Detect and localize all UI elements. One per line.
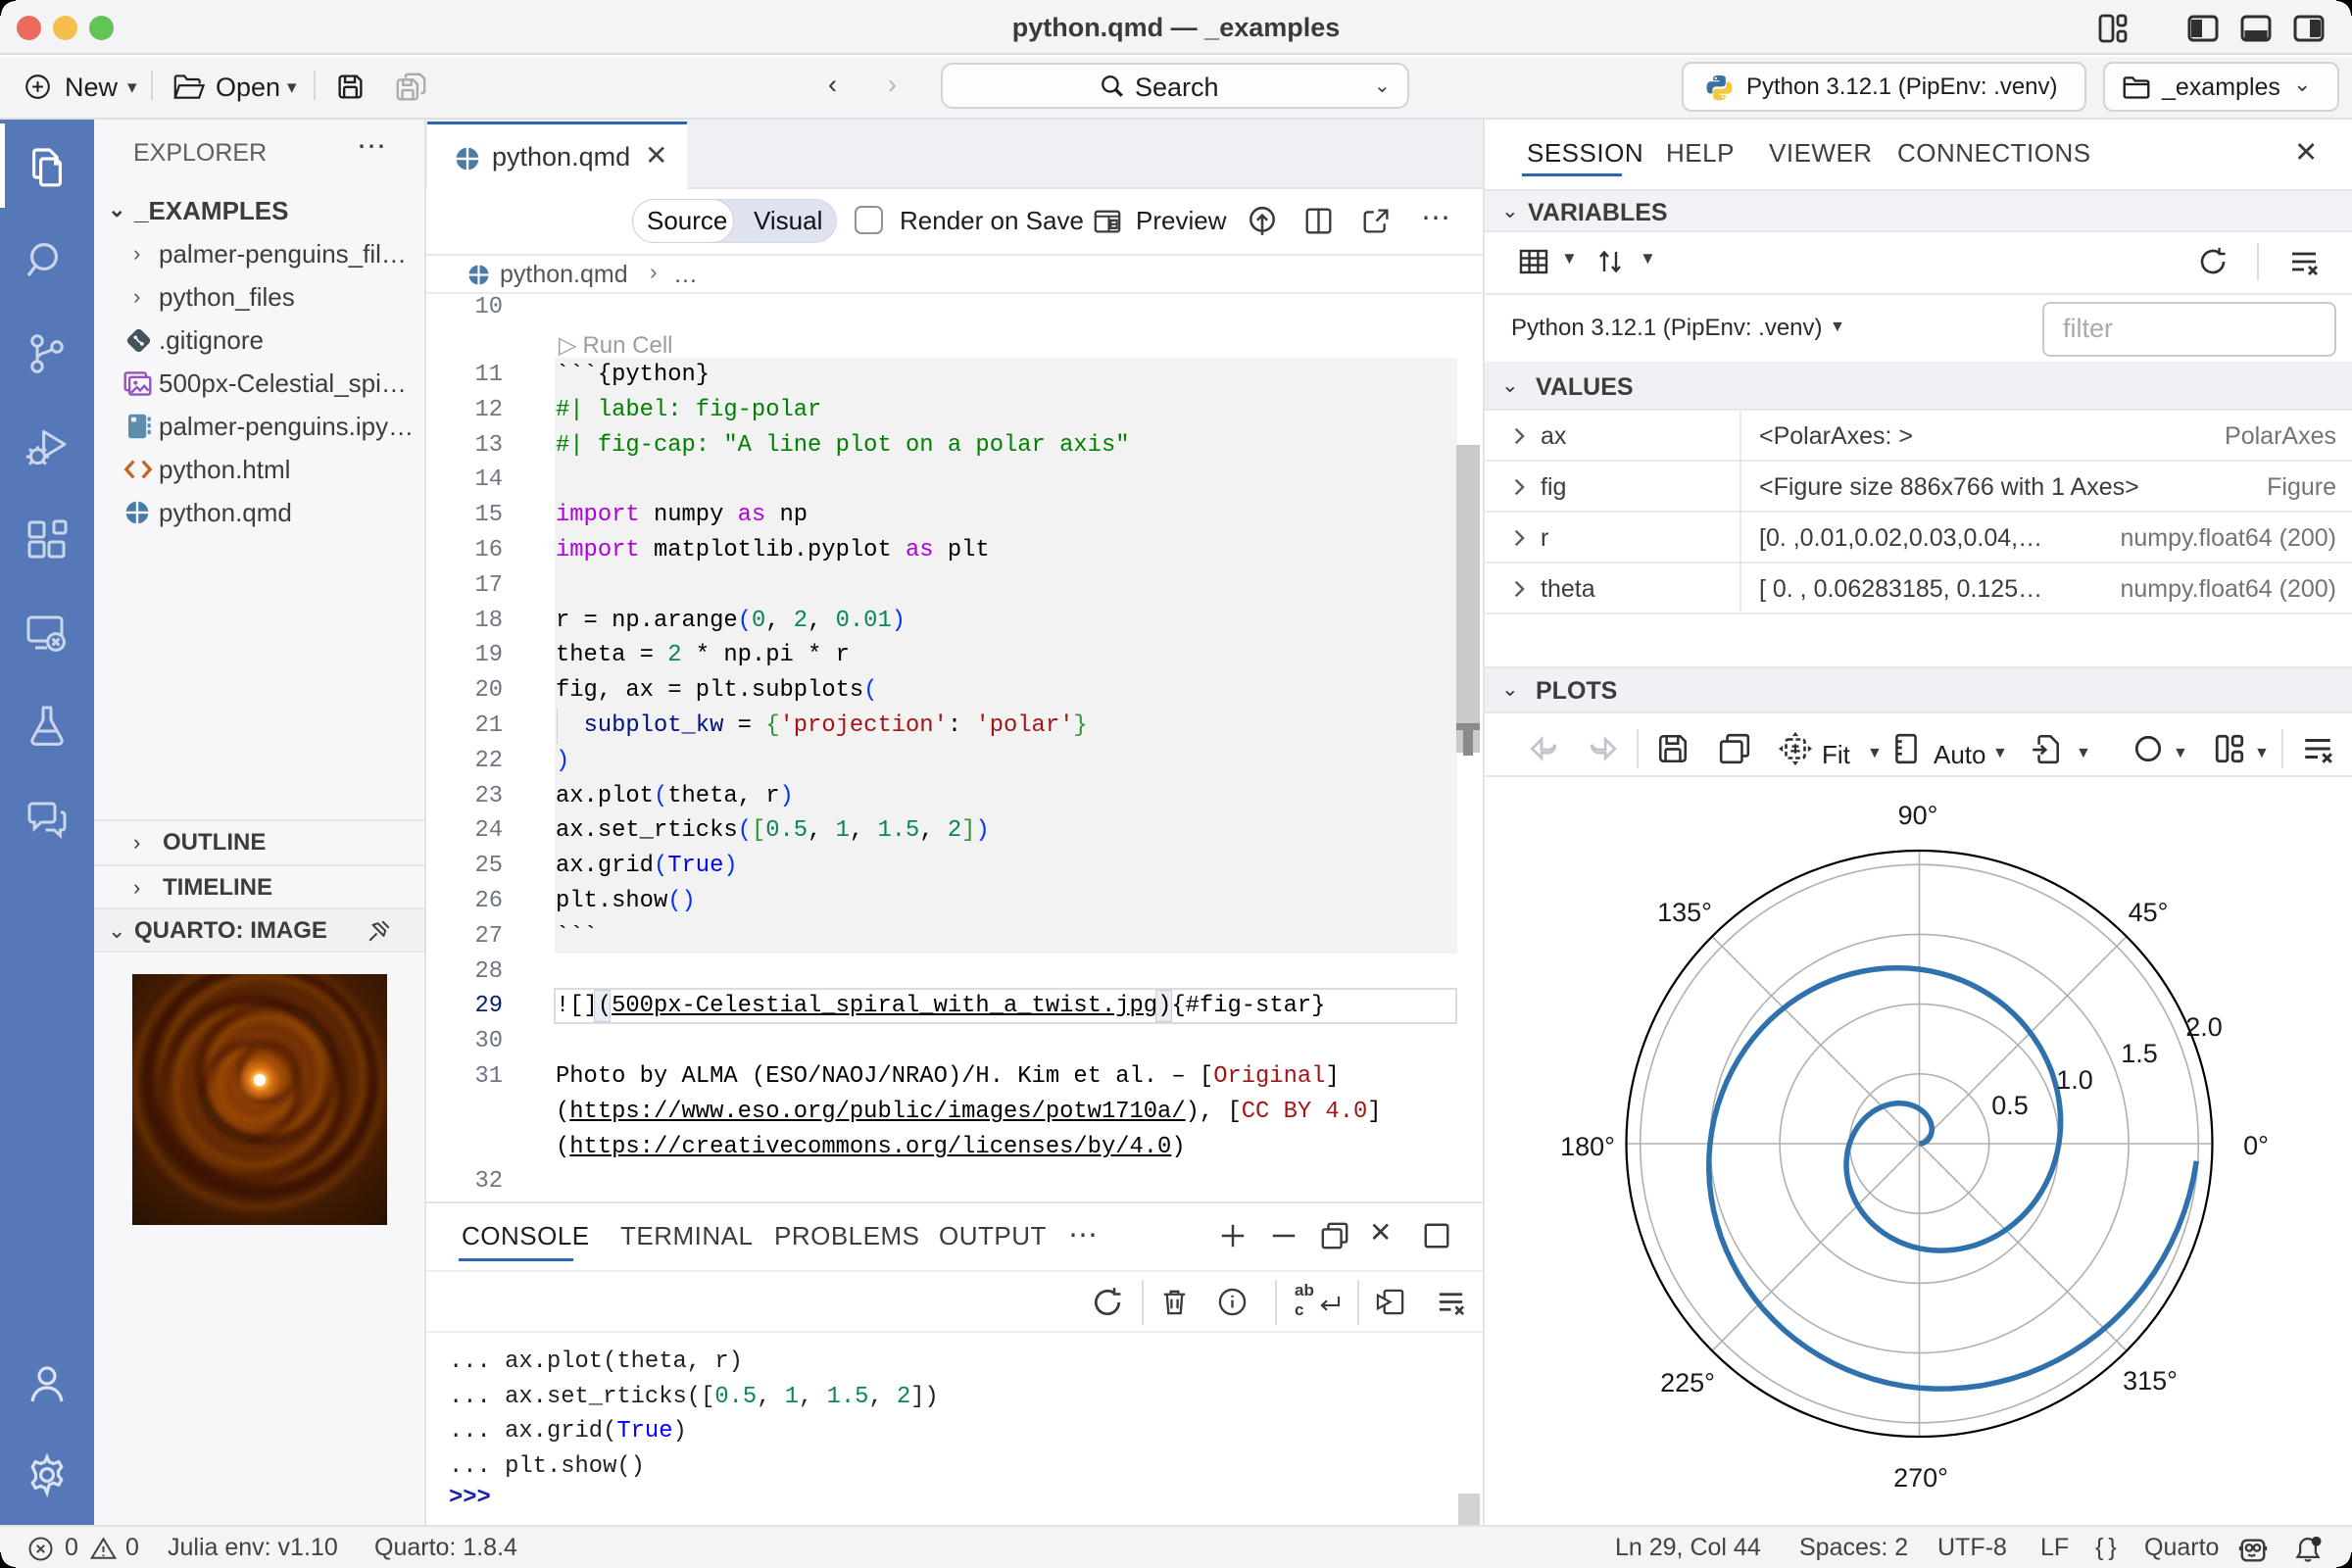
svg-text:225°: 225°	[1660, 1368, 1715, 1397]
svg-text:0°: 0°	[2243, 1131, 2269, 1160]
svg-text:2.0: 2.0	[2185, 1012, 2223, 1042]
svg-text:0.5: 0.5	[1991, 1091, 2029, 1120]
svg-text:180°: 180°	[1560, 1132, 1615, 1161]
svg-text:315°: 315°	[2123, 1366, 2178, 1396]
svg-text:90°: 90°	[1898, 801, 1938, 830]
svg-text:1.0: 1.0	[2056, 1065, 2093, 1095]
svg-text:45°: 45°	[2129, 898, 2169, 927]
svg-text:135°: 135°	[1657, 898, 1712, 927]
svg-text:270°: 270°	[1893, 1463, 1948, 1493]
svg-text:1.5: 1.5	[2121, 1039, 2158, 1068]
